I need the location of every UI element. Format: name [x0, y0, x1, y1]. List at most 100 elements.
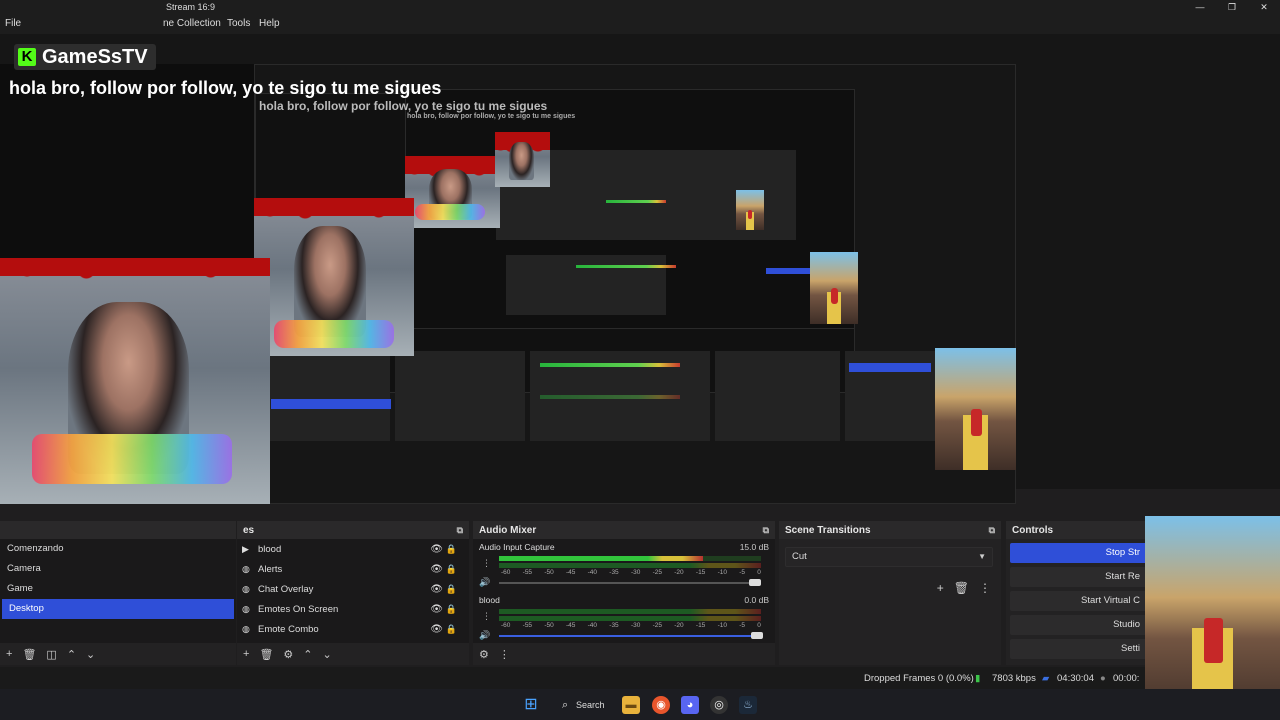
firefox-icon[interactable]: ◉	[652, 696, 670, 714]
controls-title: Controls	[1012, 524, 1054, 536]
steam-icon[interactable]: ♨	[739, 696, 757, 714]
channel-menu-icon[interactable]: ⋮	[482, 558, 491, 569]
source-item-emote-combo[interactable]: ◍ Emote Combo 👁 🔒	[237, 619, 469, 639]
move-up-icon[interactable]: ⌃	[67, 648, 76, 661]
nested-webcam-1	[405, 156, 500, 228]
maximize-button[interactable]: ❐	[1216, 0, 1248, 14]
discord-icon[interactable]: ◕	[681, 696, 699, 714]
windows-start-icon[interactable]: ⊞	[522, 696, 540, 714]
scene-item-camera[interactable]: Camera	[0, 559, 236, 579]
controls-header: Controls	[1006, 521, 1152, 539]
preview-canvas[interactable]	[0, 64, 1016, 504]
move-down-icon[interactable]: ⌄	[86, 648, 95, 661]
volume-slider[interactable]	[499, 579, 761, 586]
stop-streaming-button[interactable]: Stop Str	[1010, 543, 1148, 563]
menu-file[interactable]: File	[5, 18, 21, 29]
undock-icon[interactable]: ⧉	[989, 525, 995, 536]
studio-mode-button[interactable]: Studio	[1010, 615, 1148, 635]
obs-icon[interactable]: ◎	[710, 696, 728, 714]
live-indicator-icon: ▰	[1042, 673, 1050, 684]
menu-bar: File ne Collection Tools Help	[0, 14, 1280, 34]
network-bars-icon: ▮	[975, 673, 981, 684]
scenes-dock: Comenzando Camera Game Desktop + 🗑 ◫ ⌃ ⌄	[0, 521, 236, 665]
play-icon: ▶	[242, 543, 249, 554]
move-up-icon[interactable]: ⌃	[303, 648, 312, 661]
lock-icon[interactable]: 🔒	[446, 564, 457, 575]
visibility-eye-icon[interactable]: 👁	[430, 584, 443, 595]
channel-db: 15.0 dB	[739, 542, 769, 552]
audio-mixer-title: Audio Mixer	[479, 524, 537, 536]
speaker-icon[interactable]: 🔊	[479, 577, 490, 588]
start-virtual-camera-button[interactable]: Start Virtual C	[1010, 591, 1148, 611]
transitions-body: Cut ▼ + 🗑 ⋮	[779, 539, 1001, 643]
channel-db: 0.0 dB	[744, 595, 769, 605]
scene-item-game[interactable]: Game	[0, 579, 236, 599]
volume-meter-peak	[499, 616, 761, 621]
visibility-eye-icon[interactable]: 👁	[430, 564, 443, 575]
mixer-menu-icon[interactable]: ⋮	[499, 648, 510, 661]
recording-time: 00:00:	[1113, 673, 1140, 684]
channel-menu-icon[interactable]: ⋮	[482, 611, 491, 622]
source-item-chat-overlay[interactable]: ◍ Chat Overlay 👁 🔒	[237, 579, 469, 599]
source-item-blood[interactable]: ▶ blood 👁 🔒	[237, 539, 469, 559]
remove-scene-icon[interactable]: 🗑	[22, 648, 36, 661]
volume-meter	[499, 609, 761, 614]
add-source-icon[interactable]: +	[243, 648, 249, 660]
mixer-settings-gear-icon[interactable]: ⚙	[479, 648, 489, 661]
browser-globe-icon: ◍	[242, 603, 250, 614]
sources-list: ▶ blood 👁 🔒 ◍ Alerts 👁 🔒 ◍ Chat Overlay …	[237, 539, 469, 643]
visibility-eye-icon[interactable]: 👁	[430, 604, 443, 615]
filter-scene-icon[interactable]: ◫	[46, 648, 56, 661]
volume-slider[interactable]	[499, 632, 763, 639]
add-transition-icon[interactable]: +	[937, 581, 944, 595]
live-time: 04:30:04	[1057, 673, 1094, 684]
scene-item-desktop[interactable]: Desktop	[2, 599, 234, 619]
undock-icon[interactable]: ⧉	[457, 525, 463, 536]
source-item-alerts[interactable]: ◍ Alerts 👁 🔒	[237, 559, 469, 579]
taskbar: ⊞ ⌕ Search ▬ ◉ ◕ ◎ ♨	[0, 689, 1280, 720]
meter-scale: -60 -55 -50 -45 -40 -35 -30 -25 -20 -15 -10 -5 0	[501, 622, 761, 629]
menu-scene-collection[interactable]: ne Collection	[163, 18, 221, 29]
source-item-emotes-on-screen[interactable]: ◍ Emotes On Screen 👁 🔒	[237, 599, 469, 619]
close-button[interactable]: ✕	[1248, 0, 1280, 14]
search-icon: ⌕	[562, 699, 569, 711]
visibility-eye-icon[interactable]: 👁	[430, 544, 443, 555]
status-bar: Dropped Frames 0 (0.0%) ▮ 7803 kbps ▰ 04…	[0, 667, 1280, 689]
lock-icon[interactable]: 🔒	[446, 584, 457, 595]
transition-select[interactable]: Cut ▼	[785, 547, 993, 567]
sources-toolbar: + 🗑 ⚙ ⌃ ⌄	[237, 643, 469, 665]
nested-controls-dock	[845, 351, 935, 441]
move-down-icon[interactable]: ⌄	[323, 648, 332, 661]
browser-globe-icon: ◍	[242, 623, 250, 634]
lock-icon[interactable]: 🔒	[446, 604, 457, 615]
preview-area: K GameSsTV hola bro, follow por follow, …	[0, 34, 1280, 504]
mixer-channels: Audio Input Capture 15.0 dB ⋮ -60 -55 -50-…	[473, 539, 775, 643]
lock-icon[interactable]: 🔒	[446, 624, 457, 635]
lock-icon[interactable]: 🔒	[446, 544, 457, 555]
remove-transition-icon[interactable]: 🗑	[954, 581, 969, 595]
source-properties-gear-icon[interactable]: ⚙	[283, 648, 293, 661]
channel-name: Audio Input Capture	[479, 542, 555, 552]
kick-brand-badge: K GameSsTV	[14, 44, 156, 70]
scene-item-comenzando[interactable]: Comenzando	[0, 539, 236, 559]
transition-menu-icon[interactable]: ⋮	[979, 581, 991, 595]
add-scene-icon[interactable]: +	[6, 648, 12, 660]
nested-webcam-2	[495, 132, 550, 187]
settings-button[interactable]: Setti	[1010, 639, 1148, 659]
menu-help[interactable]: Help	[259, 18, 280, 29]
undock-icon[interactable]: ⧉	[763, 525, 769, 536]
start-recording-button[interactable]: Start Re	[1010, 567, 1148, 587]
nested-scenes-dock	[270, 351, 390, 441]
menu-tools[interactable]: Tools	[227, 18, 250, 29]
record-indicator-icon: ●	[1100, 673, 1106, 684]
audio-mixer-header: Audio Mixer ⧉	[473, 521, 775, 539]
nested-transitions-dock	[715, 351, 840, 441]
taskbar-search[interactable]: ⌕ Search	[556, 695, 610, 715]
window-controls: — ❐ ✕	[1184, 0, 1280, 14]
minimize-button[interactable]: —	[1184, 0, 1216, 14]
scene-transitions-header: Scene Transitions ⧉	[779, 521, 1001, 539]
visibility-eye-icon[interactable]: 👁	[430, 624, 443, 635]
speaker-icon[interactable]: 🔊	[479, 630, 490, 641]
remove-source-icon[interactable]: 🗑	[259, 648, 273, 661]
file-explorer-icon[interactable]: ▬	[622, 696, 640, 714]
